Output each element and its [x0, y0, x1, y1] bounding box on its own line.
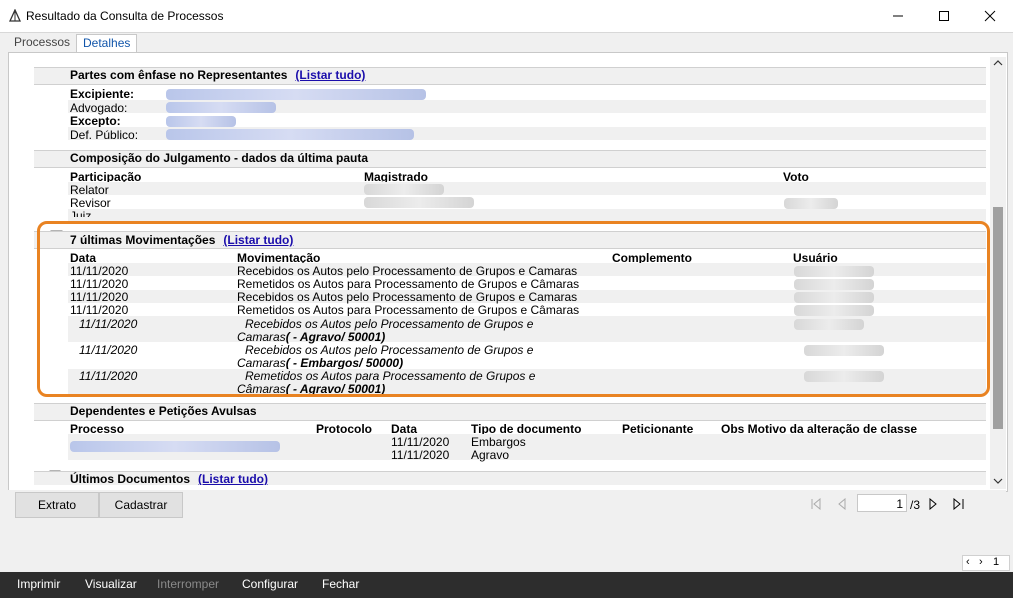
redacted-value [166, 116, 236, 127]
chevron-up-icon[interactable] [993, 59, 1003, 67]
previous-page-icon[interactable] [836, 498, 848, 510]
menu-imprimir[interactable]: Imprimir [17, 577, 60, 591]
row-stripe [68, 182, 986, 195]
composicao-revisor: Revisor [70, 196, 111, 210]
minimize-icon [893, 15, 903, 17]
section-dependentes-title: Dependentes e Petições Avulsas [70, 404, 257, 418]
maximize-icon [939, 11, 949, 21]
tab-detalhes[interactable]: Detalhes [76, 34, 138, 52]
menu-interromper: Interromper [157, 577, 220, 591]
tab-processos[interactable]: Processos [8, 34, 76, 51]
next-page-icon[interactable] [927, 498, 939, 510]
vertical-scrollbar[interactable] [990, 57, 1006, 489]
page-number-input[interactable]: 1 [857, 494, 907, 512]
chevron-left-icon[interactable]: ‹ [966, 556, 970, 568]
scales-icon [8, 9, 22, 22]
section-documentos-title: Últimos Documentos (Listar tudo) [70, 472, 269, 485]
redacted-value [166, 129, 414, 140]
redacted-value [784, 198, 838, 209]
redacted-value [166, 89, 426, 100]
partes-advogado-label: Advogado: [70, 101, 128, 115]
title-bar: Resultado da Consulta de Processos [0, 0, 1013, 33]
scrollbar-thumb[interactable] [993, 207, 1003, 429]
section-composicao-title: Composição do Julgamento - dados da últi… [70, 151, 369, 165]
documentos-listar-tudo-link[interactable]: (Listar tudo) [198, 472, 268, 485]
minimize-button[interactable] [875, 0, 921, 32]
mini-pager: ‹ › 1 [962, 555, 1010, 571]
dep-row-tipo: Agravo [471, 448, 510, 462]
redacted-value [364, 197, 474, 208]
composicao-relator: Relator [70, 183, 109, 197]
chevron-right-icon[interactable]: › [979, 556, 983, 568]
menu-configurar[interactable]: Configurar [242, 577, 298, 591]
maximize-button[interactable] [921, 0, 967, 32]
redacted-value [70, 441, 280, 452]
dep-row-tipo: Embargos [471, 435, 526, 449]
first-page-icon[interactable] [810, 498, 822, 510]
redacted-value [166, 102, 276, 113]
close-icon [984, 10, 996, 22]
section-partes-title: Partes com ênfase no Representantes (List… [70, 68, 366, 82]
dep-row-data: 11/11/2020 [391, 448, 450, 462]
extrato-button[interactable]: Extrato [15, 492, 99, 518]
close-button[interactable] [967, 0, 1013, 32]
partes-defpublico-label: Def. Público: [70, 128, 139, 142]
menu-fechar[interactable]: Fechar [322, 577, 359, 591]
page-total: /3 [910, 498, 921, 512]
mini-page-number: 1 [993, 556, 1000, 568]
cadastrar-button[interactable]: Cadastrar [99, 492, 183, 518]
redacted-value [364, 184, 444, 195]
dep-row-data: 11/11/2020 [391, 435, 450, 449]
chevron-down-icon[interactable] [993, 477, 1003, 485]
window-title: Resultado da Consulta de Processos [26, 9, 224, 23]
highlight-frame [37, 221, 990, 397]
composicao-juiz: Juiz [70, 209, 92, 217]
menu-bar: Imprimir Visualizar Interromper Configur… [0, 572, 1013, 598]
partes-excipiente-label: Excipiente: [70, 87, 135, 101]
partes-listar-tudo-link[interactable]: (Listar tudo) [295, 68, 365, 82]
partes-excepto-label: Excepto: [70, 114, 121, 128]
last-page-icon[interactable] [952, 498, 966, 510]
menu-visualizar[interactable]: Visualizar [85, 577, 137, 591]
